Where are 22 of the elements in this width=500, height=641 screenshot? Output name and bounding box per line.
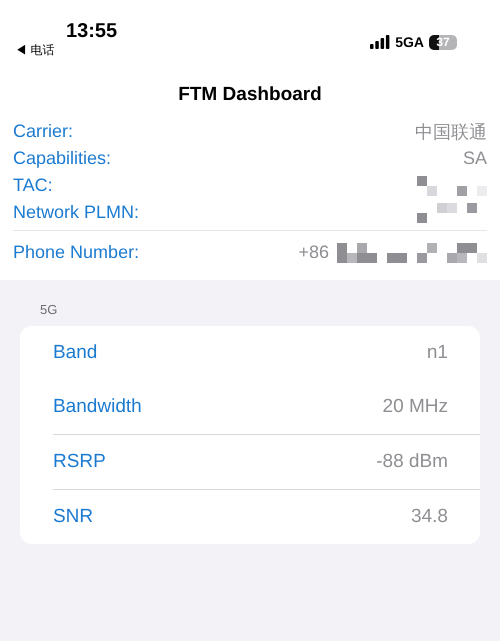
metric-label: Band xyxy=(53,342,98,364)
metric-label: Bandwidth xyxy=(53,396,142,418)
info-label: Carrier: xyxy=(13,121,74,142)
metric-value: n1 xyxy=(426,342,448,364)
info-label: Phone Number: xyxy=(13,242,140,263)
metric-label: SNR xyxy=(53,506,94,528)
metric-value: -88 dBm xyxy=(376,451,448,473)
network-type: 5GA xyxy=(395,34,424,50)
info-label: Network PLMN: xyxy=(13,202,140,223)
metric-value: 34.8 xyxy=(411,506,448,528)
info-value: SA xyxy=(462,148,487,169)
clock: 13:55 xyxy=(65,20,118,42)
info-label: Capabilities: xyxy=(13,148,112,169)
page-title: FTM Dashboard xyxy=(177,84,323,106)
info-value: 中国联通 xyxy=(415,120,487,144)
back-link[interactable]: ◀ 电话 xyxy=(15,43,118,57)
section-header: 5G xyxy=(39,302,58,317)
info-label: TAC: xyxy=(13,175,53,196)
metric-label: RSRP xyxy=(53,451,106,473)
metric-value: 20 MHz xyxy=(382,396,448,418)
signal-icon xyxy=(370,35,390,49)
info-value: +86 xyxy=(298,242,329,263)
